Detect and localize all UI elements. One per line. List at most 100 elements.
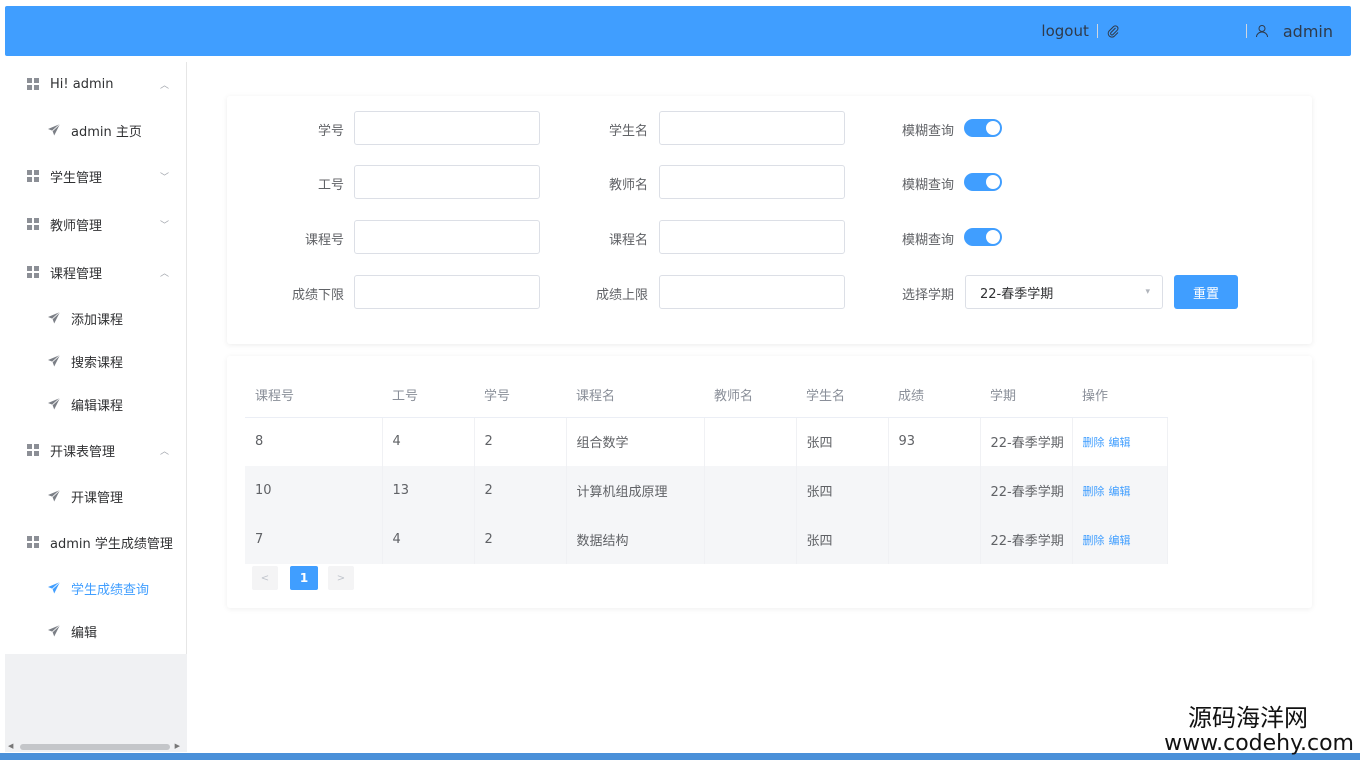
sidebar-item-label: 搜索课程 <box>71 355 124 371</box>
fuzzy-switch-teacher[interactable] <box>964 173 1002 191</box>
sidebar-item[interactable]: 课程管理 ︿ <box>5 250 187 294</box>
table-cell-actions: 删除 编辑 <box>1072 515 1168 564</box>
scroll-left-arrow-icon[interactable]: ◀ <box>8 742 13 750</box>
page-number-current[interactable]: 1 <box>290 566 318 590</box>
sidebar-item[interactable]: 开课管理 <box>5 474 187 518</box>
paper-plane-icon <box>47 489 61 503</box>
sidebar-item[interactable]: 编辑 <box>5 609 187 653</box>
semester-label: 选择学期 <box>901 288 954 303</box>
student-name-input[interactable] <box>659 111 845 145</box>
sidebar-item-label: admin 学生成绩管理 <box>50 536 173 552</box>
sidebar-item[interactable]: admin 主页 <box>5 108 187 152</box>
table-row[interactable]: 8 4 2 组合数学 张四 93 22-春季学期 删除 编辑 <box>245 417 1168 466</box>
grid-icon <box>27 444 39 456</box>
table-cell: 4 <box>382 417 475 466</box>
sidebar-item[interactable]: 教师管理 ﹀ <box>5 202 187 246</box>
reset-button[interactable]: 重置 <box>1174 275 1238 309</box>
score-min-label: 成绩下限 <box>291 288 344 303</box>
top-header: logout admin <box>5 6 1351 56</box>
column-header[interactable]: 课程名 <box>566 373 704 418</box>
column-header[interactable]: 学号 <box>474 373 566 418</box>
sidebar-item[interactable]: 编辑课程 <box>5 382 187 426</box>
table-cell: 张四 <box>796 515 889 564</box>
scroll-right-arrow-icon[interactable]: ▶ <box>175 742 180 750</box>
fuzzy-switch-course[interactable] <box>964 228 1002 246</box>
sidebar-item[interactable]: 学生成绩查询 <box>5 566 187 610</box>
table-cell: 13 <box>382 466 475 515</box>
paper-plane-icon <box>47 581 61 595</box>
table-cell-actions: 删除 编辑 <box>1072 417 1168 466</box>
course-id-input[interactable] <box>354 220 540 254</box>
sidebar-item[interactable]: 开课表管理 ︿ <box>5 428 187 472</box>
table-row[interactable]: 7 4 2 数据结构 张四 22-春季学期 删除 编辑 <box>245 515 1168 564</box>
table-cell: 8 <box>245 417 383 466</box>
divider <box>1096 24 1098 38</box>
chevron-up-icon: ︿ <box>159 80 169 91</box>
table-cell: 2 <box>474 466 567 515</box>
prev-page-button[interactable]: < <box>252 566 278 590</box>
column-header[interactable]: 课程号 <box>245 373 382 418</box>
paper-plane-icon <box>47 624 61 638</box>
score-max-input[interactable] <box>659 275 845 309</box>
semester-select[interactable]: 22-春季学期 ▾ <box>965 275 1163 309</box>
fuzzy-switch-student[interactable] <box>964 119 1002 137</box>
delete-link[interactable]: 删除 <box>1083 436 1105 449</box>
sidebar-item-label: 学生管理 <box>50 170 103 186</box>
scrollbar-thumb[interactable] <box>20 744 170 750</box>
edit-link[interactable]: 编辑 <box>1109 534 1131 547</box>
table-cell: 22-春季学期 <box>980 466 1073 515</box>
watermark-cn: 源码海洋网 <box>1188 704 1308 732</box>
fuzzy-label: 模糊查询 <box>901 124 954 139</box>
paperclip-icon[interactable] <box>1106 24 1120 38</box>
column-header[interactable]: 工号 <box>382 373 474 418</box>
delete-link[interactable]: 删除 <box>1083 485 1105 498</box>
column-header[interactable]: 学期 <box>980 373 1072 418</box>
paper-plane-icon <box>47 311 61 325</box>
table-cell: 10 <box>245 466 383 515</box>
table-cell-actions: 删除 编辑 <box>1072 466 1168 515</box>
sidebar-item-label: 学生成绩查询 <box>71 582 150 598</box>
sidebar-item-label: 添加课程 <box>71 312 124 328</box>
sidebar-item[interactable]: 添加课程 <box>5 296 187 340</box>
watermark-url: www.codehy.com <box>1164 731 1354 756</box>
paper-plane-icon <box>47 354 61 368</box>
next-page-button[interactable]: > <box>328 566 354 590</box>
sidebar-item[interactable]: Hi! admin ︿ <box>5 62 187 106</box>
teacher-id-input[interactable] <box>354 165 540 199</box>
table-cell: 93 <box>888 417 981 466</box>
sidebar-item[interactable]: 学生管理 ﹀ <box>5 154 187 198</box>
teacher-name-input[interactable] <box>659 165 845 199</box>
sidebar-footer <box>5 654 187 752</box>
score-min-input[interactable] <box>354 275 540 309</box>
student-id-input[interactable] <box>354 111 540 145</box>
column-header[interactable]: 操作 <box>1072 373 1167 418</box>
delete-link[interactable]: 删除 <box>1083 534 1105 547</box>
column-header[interactable]: 学生名 <box>796 373 888 418</box>
sidebar: Hi! admin ︿ admin 主页学生管理 ﹀ 教师管理 ﹀ 课程管理 ︿ 添加课程搜索课… <box>5 62 187 654</box>
table-row[interactable]: 10 13 2 计算机组成原理 张四 22-春季学期 删除 编辑 <box>245 466 1168 515</box>
sidebar-item-label: admin 主页 <box>71 124 142 140</box>
edit-link[interactable]: 编辑 <box>1109 485 1131 498</box>
table-header-row: 课程号 工号 学号 课程名 教师名 学生名 成绩 学期 操作 <box>245 373 1167 418</box>
table-cell <box>704 466 797 515</box>
admin-username[interactable]: admin <box>1283 22 1333 41</box>
column-header[interactable]: 教师名 <box>704 373 796 418</box>
table-cell: 组合数学 <box>566 417 705 466</box>
sidebar-item-label: 开课管理 <box>71 490 124 506</box>
sidebar-item-label: 开课表管理 <box>50 444 116 460</box>
sidebar-item[interactable]: admin 学生成绩管理 <box>5 520 187 564</box>
grid-icon <box>27 218 39 230</box>
sidebar-item[interactable]: 搜索课程 <box>5 339 187 383</box>
sidebar-scrollbar[interactable]: ◀ ▶ <box>8 742 180 750</box>
edit-link[interactable]: 编辑 <box>1109 436 1131 449</box>
paper-plane-icon <box>47 123 61 137</box>
sidebar-item-label: Hi! admin <box>50 76 114 92</box>
chevron-down-icon: ﹀ <box>159 172 169 183</box>
course-name-input[interactable] <box>659 220 845 254</box>
logout-link[interactable]: logout <box>1041 22 1088 40</box>
teacher-id-label: 工号 <box>317 178 344 193</box>
divider <box>1245 24 1247 38</box>
watermark: 源码海洋网 www.codehy.com <box>1164 704 1354 756</box>
semester-select-value: 22-春季学期 <box>980 286 1054 302</box>
column-header[interactable]: 成绩 <box>888 373 980 418</box>
